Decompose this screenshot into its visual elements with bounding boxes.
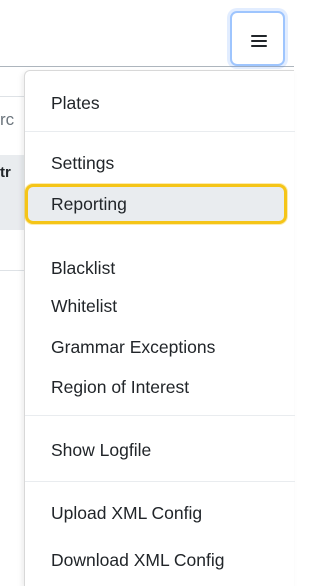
background-text-fragment: rc: [0, 110, 15, 129]
dropdown-menu: Plates Settings Reporting Blacklist Whit…: [24, 70, 295, 586]
background-text-fragment-bold: tr: [0, 164, 11, 181]
menu-divider: [25, 481, 295, 482]
menu-item-blacklist[interactable]: Blacklist: [51, 257, 115, 279]
menu-item-reporting-label: Reporting: [51, 194, 127, 214]
menu-item-show-logfile[interactable]: Show Logfile: [51, 439, 151, 461]
background-divider: [0, 96, 24, 97]
menu-item-upload-xml-config[interactable]: Upload XML Config: [51, 502, 202, 524]
menu-item-whitelist[interactable]: Whitelist: [51, 295, 117, 317]
menu-divider: [25, 415, 295, 416]
navbar-toggler-button[interactable]: [230, 11, 285, 66]
menu-item-settings[interactable]: Settings: [51, 152, 114, 174]
menu-divider: [25, 131, 295, 132]
menu-item-grammar-exceptions[interactable]: Grammar Exceptions: [51, 336, 215, 358]
menu-item-download-xml-config[interactable]: Download XML Config: [51, 549, 224, 571]
hamburger-menu-icon: [251, 35, 267, 48]
menu-item-plates[interactable]: Plates: [51, 92, 100, 114]
menu-item-reporting[interactable]: Reporting: [25, 184, 287, 224]
menu-item-region-of-interest[interactable]: Region of Interest: [51, 376, 189, 398]
navbar-bottom-border: [0, 66, 294, 67]
background-divider: [0, 270, 24, 271]
